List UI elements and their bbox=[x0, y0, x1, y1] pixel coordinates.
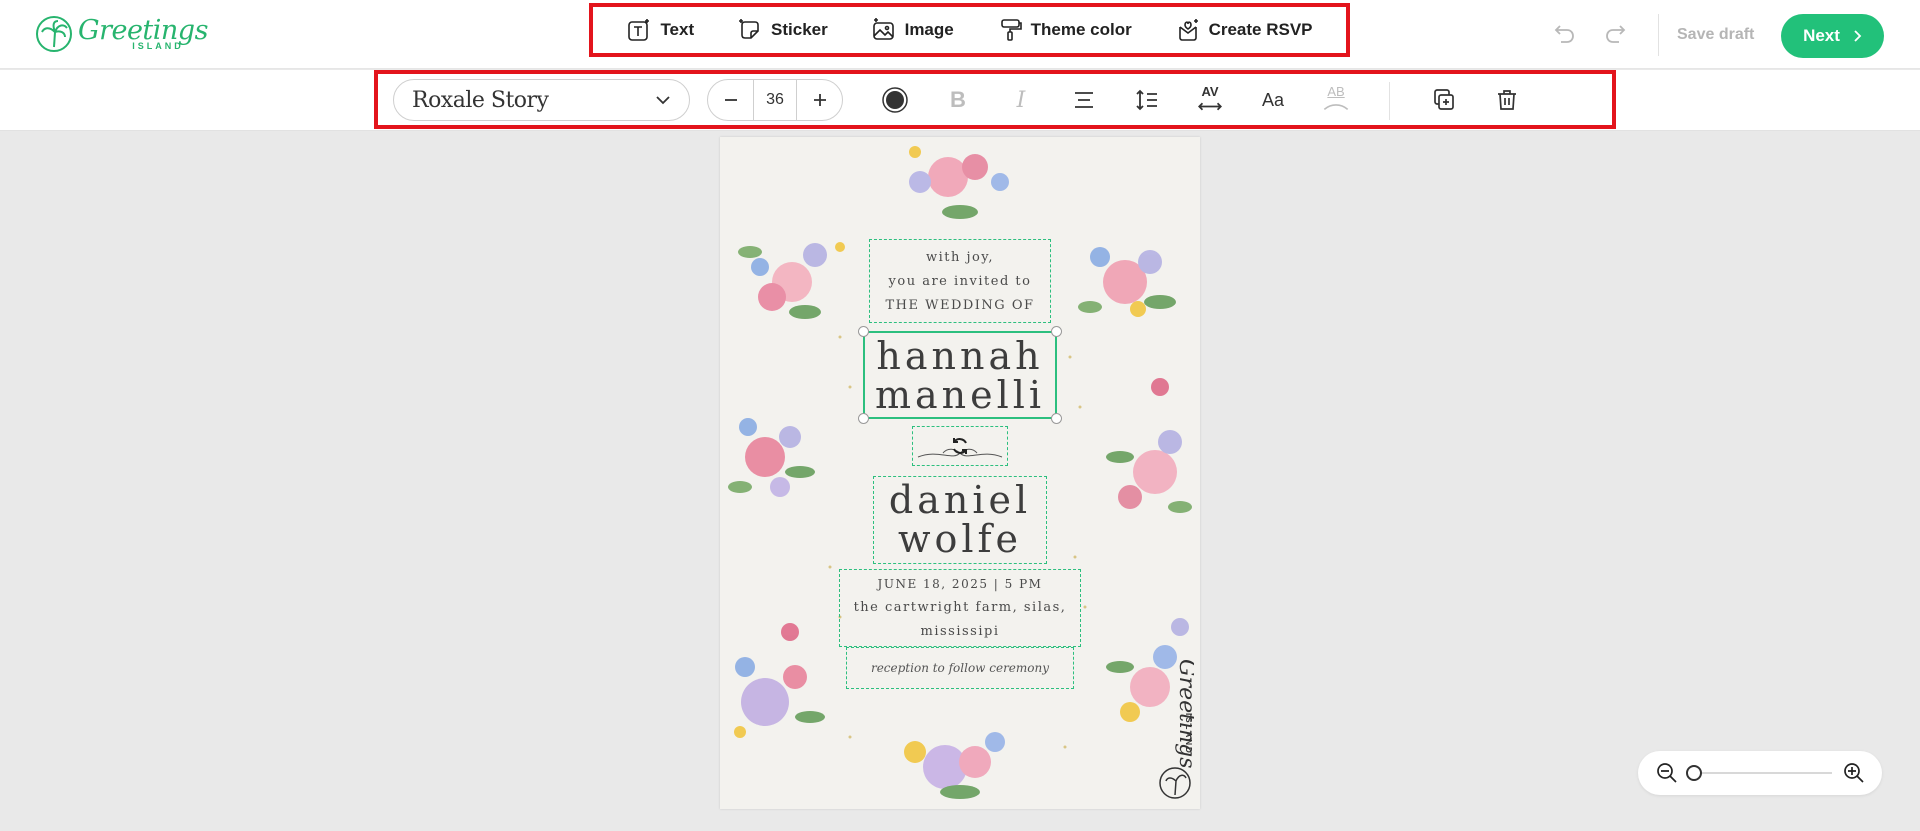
resize-handle-top-right[interactable] bbox=[1051, 326, 1062, 337]
chevron-right-icon bbox=[1854, 30, 1862, 42]
bold-button[interactable]: B bbox=[943, 85, 973, 115]
image-icon bbox=[872, 18, 894, 40]
toolbar-divider bbox=[1389, 82, 1390, 120]
plus-icon bbox=[813, 94, 826, 106]
text-outline-icon: AB bbox=[1327, 84, 1345, 99]
bold-icon: B bbox=[950, 87, 966, 112]
name1-line-1: hannah bbox=[876, 334, 1044, 378]
line-height-button[interactable] bbox=[1132, 85, 1162, 115]
next-label: Next bbox=[1803, 26, 1840, 45]
name2-line-1: daniel bbox=[888, 478, 1032, 522]
text-case-button[interactable]: Aa bbox=[1258, 85, 1288, 115]
spacing-arrows-icon bbox=[1198, 102, 1222, 111]
history-controls bbox=[1551, 20, 1629, 48]
swap-icon[interactable] bbox=[948, 434, 972, 458]
sticker-icon bbox=[739, 19, 759, 39]
intro-line-2: you are invited to bbox=[888, 274, 1032, 289]
duplicate-button[interactable] bbox=[1429, 85, 1459, 115]
palm-tree-logo-icon bbox=[36, 16, 72, 52]
undo-icon[interactable] bbox=[1551, 20, 1579, 48]
greetings-island-watermark: Greetings ISLAND bbox=[1159, 659, 1194, 799]
italic-icon: I bbox=[1016, 87, 1026, 113]
align-center-icon bbox=[1075, 92, 1093, 108]
trash-icon bbox=[1498, 90, 1516, 110]
name2-line-2: wolfe bbox=[897, 517, 1023, 561]
theme-color-icon bbox=[1000, 19, 1022, 41]
create-rsvp-tool-button[interactable]: Create RSVP bbox=[1175, 17, 1313, 43]
name1-line-2: manelli bbox=[874, 373, 1046, 417]
brand-name: Greetings bbox=[78, 15, 208, 46]
text-tool-label: Text bbox=[660, 20, 695, 39]
zoom-slider-knob[interactable] bbox=[1686, 765, 1702, 781]
line-height-icon bbox=[1136, 89, 1157, 111]
text-tool-button[interactable]: Text bbox=[626, 17, 694, 43]
italic-button[interactable]: I bbox=[1006, 85, 1036, 115]
details-text-box[interactable]: JUNE 18, 2025 | 5 PM the cartwright farm… bbox=[839, 569, 1081, 647]
main-toolbar: Text Sticker Image Theme color Create RS… bbox=[589, 3, 1350, 57]
zoom-in-icon[interactable] bbox=[1843, 762, 1865, 784]
intro-line-1: with joy, bbox=[925, 250, 995, 265]
font-size-stepper: 36 bbox=[707, 79, 843, 121]
chevron-down-icon bbox=[656, 96, 670, 105]
details-date: JUNE 18, 2025 | 5 PM bbox=[877, 577, 1043, 591]
letter-spacing-icon: AV bbox=[1201, 84, 1219, 99]
theme-color-tool-label: Theme color bbox=[1030, 20, 1132, 39]
reception-text: reception to follow ceremony bbox=[870, 661, 1050, 675]
minus-icon bbox=[724, 99, 737, 101]
resize-handle-top-left[interactable] bbox=[858, 326, 869, 337]
floral-decoration bbox=[728, 146, 1192, 799]
reception-text-box[interactable]: reception to follow ceremony bbox=[846, 647, 1074, 689]
font-family-select[interactable]: Roxale Story bbox=[393, 79, 690, 121]
intro-text-box[interactable]: with joy, you are invited to THE WEDDING… bbox=[869, 239, 1051, 323]
text-outline-button[interactable]: AB bbox=[1321, 85, 1351, 115]
selected-name-text-box[interactable]: hannah manelli bbox=[858, 326, 1062, 424]
redo-icon[interactable] bbox=[1601, 20, 1629, 48]
greetings-island-logo[interactable]: Greetings ISLAND bbox=[34, 14, 208, 54]
duplicate-icon bbox=[1434, 89, 1454, 110]
text-icon bbox=[628, 19, 650, 41]
resize-handle-bottom-left[interactable] bbox=[858, 413, 869, 424]
font-family-value: Roxale Story bbox=[412, 87, 549, 113]
sticker-tool-label: Sticker bbox=[771, 20, 828, 39]
text-case-icon: Aa bbox=[1261, 89, 1285, 110]
theme-color-tool-button[interactable]: Theme color bbox=[997, 17, 1132, 43]
header-divider bbox=[1658, 14, 1659, 56]
image-tool-button[interactable]: Image bbox=[871, 17, 954, 43]
align-button[interactable] bbox=[1069, 85, 1099, 115]
decrease-size-button[interactable] bbox=[708, 80, 753, 120]
zoom-out-icon[interactable] bbox=[1656, 762, 1678, 784]
second-name-text-box[interactable]: daniel wolfe bbox=[873, 476, 1047, 564]
details-location: mississipi bbox=[920, 624, 1000, 639]
sticker-tool-button[interactable]: Sticker bbox=[737, 17, 828, 43]
curve-icon bbox=[1323, 104, 1349, 110]
increase-size-button[interactable] bbox=[797, 80, 842, 120]
text-format-tools: Roxale Story 36 B I AV Aa AB bbox=[374, 70, 1616, 129]
intro-line-3: THE WEDDING OF bbox=[885, 298, 1035, 313]
invitation-card[interactable]: with joy, you are invited to THE WEDDING… bbox=[720, 137, 1200, 809]
next-button[interactable]: Next bbox=[1781, 14, 1884, 58]
font-size-value[interactable]: 36 bbox=[753, 80, 797, 120]
letter-spacing-button[interactable]: AV bbox=[1195, 85, 1225, 115]
svg-text:ISLAND: ISLAND bbox=[1184, 713, 1193, 755]
rsvp-icon bbox=[1178, 19, 1198, 41]
create-rsvp-tool-label: Create RSVP bbox=[1208, 20, 1313, 39]
ampersand-ornament-box[interactable] bbox=[912, 426, 1008, 466]
color-swatch-icon bbox=[882, 87, 908, 113]
brand-sub: ISLAND bbox=[132, 41, 184, 51]
zoom-slider-track[interactable] bbox=[1694, 772, 1832, 774]
format-toolbar: Roxale Story 36 B I AV Aa AB bbox=[0, 70, 1920, 131]
delete-button[interactable] bbox=[1492, 85, 1522, 115]
save-draft-button[interactable]: Save draft bbox=[1677, 26, 1754, 44]
text-color-button[interactable] bbox=[880, 85, 910, 115]
zoom-control bbox=[1638, 751, 1882, 795]
details-venue: the cartwright farm, silas, bbox=[853, 600, 1067, 615]
resize-handle-bottom-right[interactable] bbox=[1051, 413, 1062, 424]
top-bar: Greetings ISLAND Text Sticker Image Them… bbox=[0, 0, 1920, 69]
image-tool-label: Image bbox=[904, 20, 954, 39]
